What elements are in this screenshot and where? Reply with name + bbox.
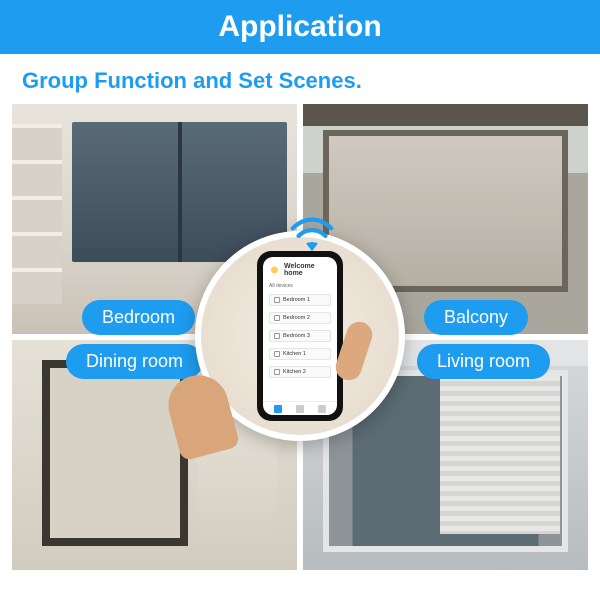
device-item[interactable]: Kitchen 2 bbox=[269, 366, 331, 378]
device-item[interactable]: Bedroom 3 bbox=[269, 330, 331, 342]
phone-device: Welcome home All devices Bedroom 1 Bedro… bbox=[257, 251, 343, 421]
welcome-title: Welcome home bbox=[284, 263, 331, 277]
nav-profile-icon[interactable] bbox=[318, 405, 326, 413]
app-header: Application bbox=[0, 0, 600, 54]
blind-icon bbox=[274, 351, 280, 357]
shelf-decor bbox=[12, 124, 62, 304]
phone-screen: Welcome home All devices Bedroom 1 Bedro… bbox=[263, 257, 337, 415]
label-dining: Dining room bbox=[66, 344, 203, 379]
device-item[interactable]: Bedroom 2 bbox=[269, 312, 331, 324]
shutter-decor bbox=[440, 376, 560, 534]
wifi-icon bbox=[289, 216, 335, 257]
device-name: Bedroom 3 bbox=[283, 333, 310, 339]
device-name: Kitchen 2 bbox=[283, 369, 306, 375]
subtitle-text: Group Function and Set Scenes. bbox=[0, 54, 600, 104]
device-name: Kitchen 1 bbox=[283, 351, 306, 357]
bottom-nav bbox=[263, 401, 337, 415]
screen-header: Welcome home bbox=[263, 257, 337, 281]
phone-circle: Welcome home All devices Bedroom 1 Bedro… bbox=[195, 231, 405, 441]
device-item[interactable]: Bedroom 1 bbox=[269, 294, 331, 306]
thumb-graphic bbox=[332, 318, 375, 383]
label-living: Living room bbox=[417, 344, 550, 379]
device-item[interactable]: Kitchen 1 bbox=[269, 348, 331, 360]
label-bedroom: Bedroom bbox=[82, 300, 195, 335]
label-balcony: Balcony bbox=[424, 300, 528, 335]
nav-home-icon[interactable] bbox=[274, 405, 282, 413]
sun-icon bbox=[269, 264, 280, 276]
device-name: Bedroom 2 bbox=[283, 315, 310, 321]
header-title: Application bbox=[218, 10, 381, 44]
device-section-label: All devices bbox=[263, 281, 337, 291]
blind-icon bbox=[274, 315, 280, 321]
blind-icon bbox=[274, 333, 280, 339]
device-name: Bedroom 1 bbox=[283, 297, 310, 303]
blind-icon bbox=[274, 369, 280, 375]
blind-icon bbox=[274, 297, 280, 303]
nav-scene-icon[interactable] bbox=[296, 405, 304, 413]
